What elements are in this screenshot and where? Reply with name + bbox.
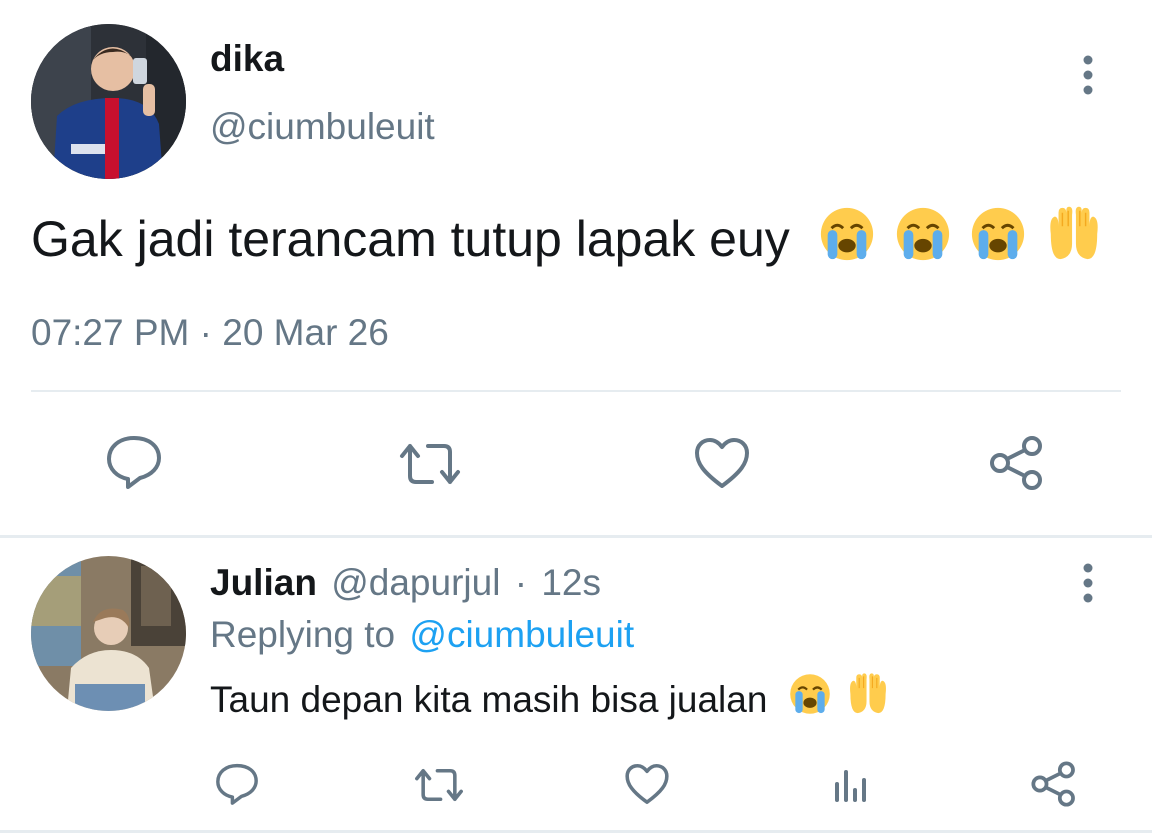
crying-face-icon bbox=[969, 205, 1027, 281]
reply-reply-icon[interactable] bbox=[214, 762, 260, 806]
replying-to-line: Replying to @ciumbuleuit bbox=[210, 614, 634, 656]
bottom-divider bbox=[0, 830, 1152, 833]
main-author-name[interactable]: dika bbox=[210, 38, 284, 80]
like-icon[interactable] bbox=[693, 436, 751, 490]
reply-time-separator: · bbox=[514, 562, 528, 603]
reply-author-avatar[interactable] bbox=[31, 556, 186, 711]
main-tweet-text: Gak jadi terancam tutup lapak euy bbox=[31, 211, 790, 267]
reply-author-name[interactable]: Julian bbox=[210, 562, 317, 603]
raised-hands-icon bbox=[844, 672, 892, 732]
main-author-avatar[interactable] bbox=[31, 24, 186, 179]
main-tweet-text-row: Gak jadi terancam tutup lapak euy bbox=[31, 204, 1105, 274]
reply-share-icon[interactable] bbox=[1030, 760, 1078, 808]
raised-hands-icon bbox=[1043, 205, 1105, 281]
analytics-icon[interactable] bbox=[830, 764, 870, 804]
reply-icon[interactable] bbox=[104, 434, 164, 490]
replying-to-label: Replying to bbox=[210, 614, 396, 655]
section-divider bbox=[0, 535, 1152, 538]
crying-face-icon bbox=[788, 672, 832, 732]
replying-to-handle[interactable]: @ciumbuleuit bbox=[409, 614, 634, 655]
more-options-icon[interactable] bbox=[1076, 54, 1100, 96]
reply-header: Julian @dapurjul · 12s bbox=[210, 562, 601, 604]
reply-retweet-icon[interactable] bbox=[412, 766, 466, 804]
crying-face-icon bbox=[894, 205, 952, 281]
reply-text-row: Taun depan kita masih bisa jualan bbox=[210, 672, 892, 728]
reply-like-icon[interactable] bbox=[624, 762, 670, 806]
main-author-handle[interactable]: @ciumbuleuit bbox=[210, 106, 435, 148]
share-icon[interactable] bbox=[988, 434, 1046, 492]
retweet-icon[interactable] bbox=[396, 440, 464, 488]
reply-text: Taun depan kita masih bisa jualan bbox=[210, 679, 768, 720]
main-tweet-divider bbox=[31, 390, 1121, 392]
crying-face-icon bbox=[818, 205, 876, 281]
reply-more-options-icon[interactable] bbox=[1076, 562, 1100, 604]
main-tweet-timestamp[interactable]: 07:27 PM · 20 Mar 26 bbox=[31, 312, 389, 354]
reply-author-handle[interactable]: @dapurjul bbox=[331, 562, 500, 603]
reply-time[interactable]: 12s bbox=[541, 562, 601, 603]
